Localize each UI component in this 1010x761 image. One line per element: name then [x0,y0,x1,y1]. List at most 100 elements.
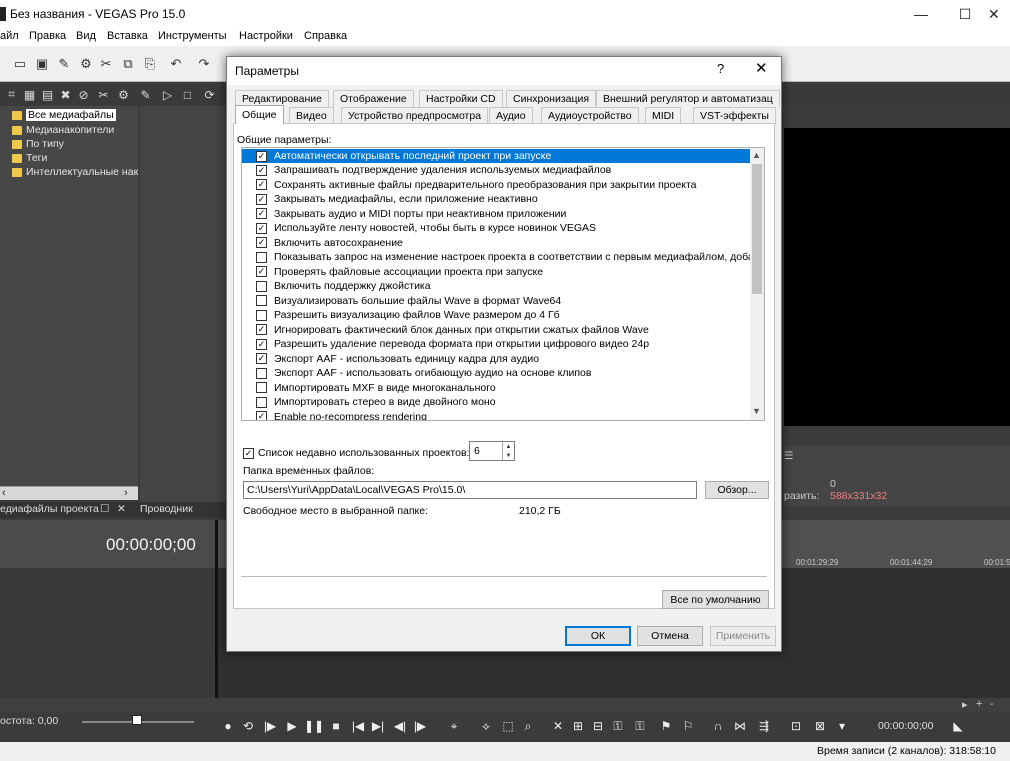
tree-item-tags[interactable]: Теги [12,151,47,165]
option-row[interactable]: Включить поддержку джойстика [242,279,752,293]
go-start-icon[interactable]: |◀ [351,719,365,733]
tab-audio[interactable]: Аудио [489,107,533,124]
close-icon[interactable]: ✕ [755,59,768,77]
remove-media-icon[interactable]: ✖ [58,87,73,102]
properties-media-icon[interactable]: ✎ [138,87,153,102]
trim-icon[interactable]: ⊞ [571,719,585,733]
recent-projects-stepper[interactable]: 6 ▲ ▼ [469,441,515,461]
dock-icon[interactable]: ☐ [100,503,109,515]
capture-icon[interactable]: ▦ [22,87,37,102]
undo-icon[interactable]: ↶ [168,56,184,72]
checkbox[interactable] [256,411,267,420]
tab-sync[interactable]: Синхронизация [506,90,597,107]
cut-icon[interactable]: ✂ [98,56,114,72]
tab-midi[interactable]: MIDI [645,107,682,124]
stop-preview-icon[interactable]: □ [180,87,195,102]
option-row[interactable]: Игнорировать фактический блок данных при… [242,323,752,337]
zoom-out-icon[interactable]: - [990,698,994,710]
tab-preview-device[interactable]: Устройство предпросмотра [341,107,489,124]
tab-general[interactable]: Общие [235,105,284,124]
tab-video[interactable]: Видео [289,107,334,124]
scroll-left-icon[interactable]: ‹ [2,487,6,499]
redo-icon[interactable]: ↷ [196,56,212,72]
menu-tools[interactable]: Инструменты [158,30,227,42]
option-row[interactable]: Показывать запрос на изменение настроек … [242,250,752,264]
pause-icon[interactable]: ❚❚ [304,719,324,733]
menu-options[interactable]: Настройки [239,30,293,42]
option-row[interactable]: Проверять файловые ассоциации проекта пр… [242,265,752,279]
stepper-arrows[interactable]: ▲ ▼ [502,442,514,460]
envelope-tool-icon[interactable]: ⟡ [479,719,493,733]
next-frame-icon[interactable]: |▶ [413,719,427,733]
lock-icon[interactable]: ⚿ [611,719,625,733]
close-tab-icon[interactable]: ✕ [117,503,126,515]
close-window-button[interactable]: ✕ [988,0,1010,28]
playhead-cursor[interactable] [215,520,218,705]
scroll-right-icon[interactable]: › [124,487,128,499]
option-row[interactable]: Закрывать аудио и MIDI порты при неактив… [242,207,752,221]
render-icon[interactable]: ✎ [56,56,72,72]
play-from-start-icon[interactable]: |▶ [263,719,277,733]
auto-crossfade-icon[interactable]: ⋈ [733,719,747,733]
option-row[interactable]: Визуализировать большие файлы Wave в фор… [242,294,752,308]
split-icon[interactable]: ⊟ [591,719,605,733]
option-row[interactable]: Автоматически открывать последний проект… [242,149,752,163]
menu-insert[interactable]: Вставка [107,30,148,42]
browse-button[interactable]: Обзор... [705,481,769,499]
edit-tool-icon[interactable]: ⌖ [447,719,461,733]
checkbox[interactable] [256,280,267,292]
tab-external-control[interactable]: Внешний регулятор и автоматизац [596,90,780,107]
option-row[interactable]: Импортировать стерео в виде двойного мон… [242,395,752,409]
checkbox[interactable] [256,324,267,335]
checkbox[interactable] [256,266,267,277]
get-media-icon[interactable]: ▤ [40,87,55,102]
pointer-icon[interactable]: ◣ [951,719,965,733]
region-icon[interactable]: ⚐ [681,719,695,733]
checkbox[interactable] [256,179,267,190]
checkbox[interactable] [256,353,267,364]
tab-cd-settings[interactable]: Настройки CD [419,90,503,107]
tree-horizontal-scrollbar[interactable]: ‹ › [0,486,138,500]
import-media-icon[interactable]: ⌗ [4,87,19,102]
tree-item-media-bins[interactable]: Медианакопители [12,123,114,137]
options-scrollbar[interactable]: ▲ ▼ [750,148,764,420]
checkbox[interactable] [256,309,267,321]
cut-media-icon[interactable]: ✂ [96,87,111,102]
temp-folder-field[interactable]: C:\Users\Yuri\AppData\Local\VEGAS Pro\15… [243,481,697,499]
lock-envelopes-icon[interactable]: ⊡ [789,719,803,733]
maximize-button[interactable]: ☐ [942,0,988,28]
menu-help[interactable]: Справка [304,30,347,42]
loop-icon[interactable]: ⟲ [241,719,255,733]
go-end-icon[interactable]: ▶| [371,719,385,733]
option-row[interactable]: Разрешить визуализацию файлов Wave разме… [242,308,752,322]
checkbox[interactable] [256,338,267,350]
option-row[interactable]: Разрешить удаление перевода формата при … [242,337,752,351]
tab-explorer[interactable]: Проводник [140,503,193,515]
tree-item-smart-bins[interactable]: Интеллектуальные нак [12,165,138,179]
option-row[interactable]: Импортировать MXF в виде многоканального [242,381,752,395]
menu-view[interactable]: Вид [76,30,96,42]
record-icon[interactable]: ● [221,719,235,733]
checkbox[interactable] [256,382,267,393]
help-icon[interactable]: ? [717,61,724,76]
checkbox[interactable] [256,164,267,176]
ripple-icon[interactable]: ⇶ [757,719,771,733]
apply-button[interactable]: Применить [710,626,776,646]
checkbox[interactable] [256,150,267,162]
option-row[interactable]: Сохранять активные файлы предварительног… [242,178,752,192]
checkbox[interactable] [256,295,267,306]
recent-projects-checkbox[interactable] [243,447,254,459]
checkbox[interactable] [256,396,267,408]
paste-icon[interactable]: ⎘ [142,56,158,72]
checkbox[interactable] [256,237,267,248]
option-row[interactable]: Экспорт AAF - использовать единицу кадра… [242,352,752,366]
stop-icon[interactable]: ■ [329,719,343,733]
ignore-grouping-icon[interactable]: ⊠ [813,719,827,733]
menu-edit[interactable]: Правка [29,30,66,42]
rate-slider-thumb[interactable] [132,715,142,725]
cursor-marker-icon[interactable]: ▾ [835,719,849,733]
option-row[interactable]: Enable no-recompress rendering [242,410,752,420]
auto-preview-icon[interactable]: ⟳ [202,87,217,102]
checkbox[interactable] [256,208,267,219]
unlock-icon[interactable]: ⚿ [633,719,647,733]
